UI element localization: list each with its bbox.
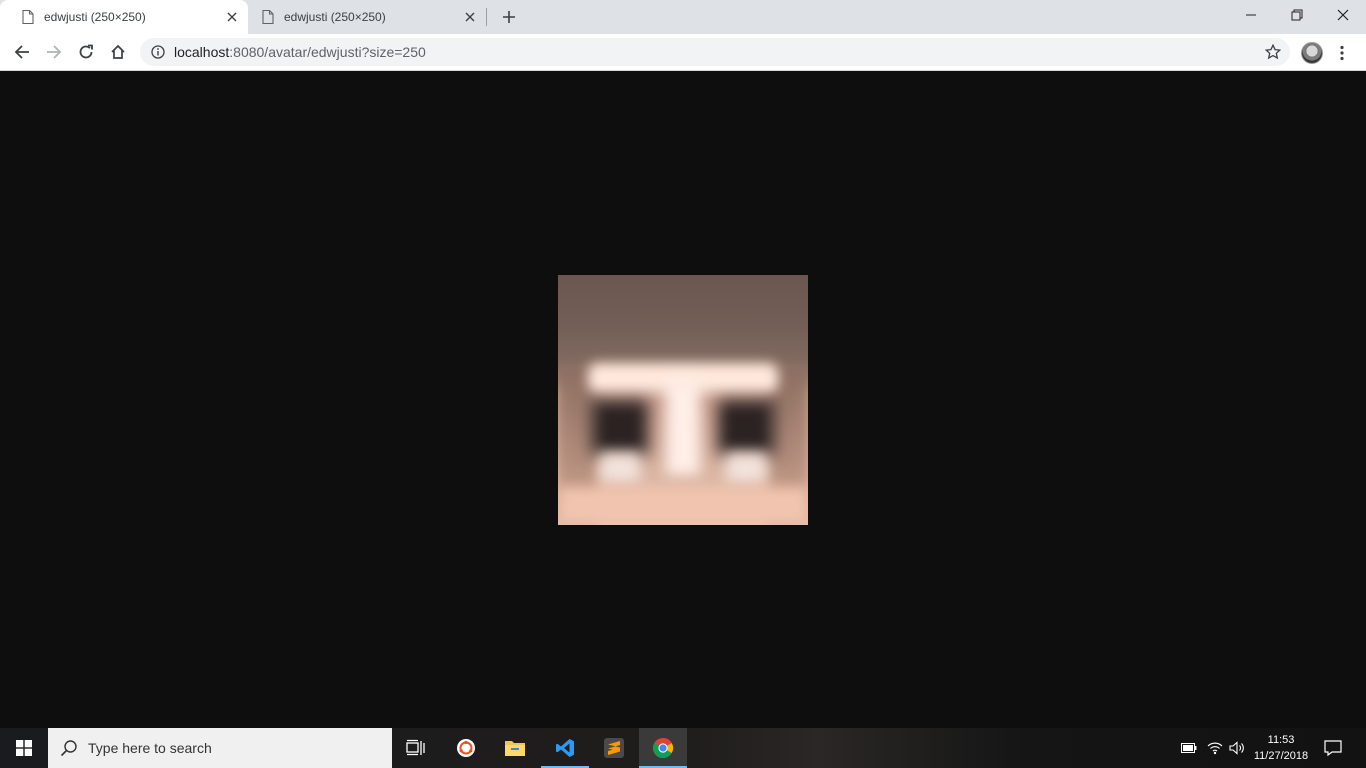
url-text[interactable]: localhost:8080/avatar/edwjusti?size=250	[174, 44, 426, 60]
minimize-icon	[1246, 14, 1256, 16]
more-vertical-icon	[1340, 45, 1344, 61]
task-view-icon	[406, 739, 425, 756]
profile-avatar[interactable]	[1301, 42, 1323, 64]
avatar-eye-left	[592, 400, 648, 455]
reload-button[interactable]	[72, 38, 100, 66]
tab-title: edwjusti (250×250)	[44, 10, 146, 24]
ubuntu-icon	[457, 739, 475, 757]
clock-date: 11/27/2018	[1253, 750, 1309, 762]
avatar-image	[558, 275, 808, 525]
document-icon	[22, 9, 34, 25]
avatar-eye-right	[718, 400, 774, 455]
close-tab-icon[interactable]	[222, 7, 242, 27]
taskbar-app-ubuntu[interactable]	[442, 728, 490, 768]
document-icon	[262, 9, 274, 25]
volume-icon[interactable]	[1226, 728, 1248, 768]
info-icon[interactable]	[150, 44, 166, 60]
clock-time: 11:53	[1267, 734, 1295, 746]
menu-button[interactable]	[1334, 42, 1350, 64]
sublime-text-icon	[604, 738, 624, 758]
notifications-icon[interactable]	[1318, 728, 1348, 768]
url-path: :8080/avatar/edwjusti?size=250	[229, 44, 426, 60]
tab-strip: edwjusti (250×250) edwjusti (250×250)	[0, 0, 1366, 34]
tab-inactive[interactable]: edwjusti (250×250)	[240, 0, 486, 34]
system-clock[interactable]: 11:53 11/27/2018	[1248, 732, 1314, 764]
minimize-button[interactable]	[1228, 0, 1274, 30]
taskbar-app-file-explorer[interactable]	[491, 728, 539, 768]
back-button[interactable]	[8, 38, 36, 66]
avatar-eye-right-white	[726, 453, 766, 483]
taskbar-app-vscode[interactable]	[541, 728, 589, 768]
restore-icon	[1291, 9, 1303, 21]
home-button[interactable]	[104, 38, 132, 66]
forward-button[interactable]	[40, 38, 68, 66]
battery-icon[interactable]	[1178, 728, 1200, 768]
page-viewport	[0, 71, 1366, 728]
start-button[interactable]	[0, 728, 48, 768]
reload-icon	[79, 44, 93, 59]
url-host: localhost	[174, 44, 230, 60]
close-tab-icon[interactable]	[460, 7, 480, 27]
bookmark-star-icon[interactable]	[1264, 43, 1282, 61]
close-window-button[interactable]	[1320, 0, 1366, 30]
windows-icon	[16, 740, 32, 756]
search-placeholder: Type here to search	[88, 740, 212, 756]
wifi-icon[interactable]	[1204, 728, 1226, 768]
search-icon	[60, 740, 77, 757]
avatar-nose	[666, 380, 700, 475]
tab-active[interactable]: edwjusti (250×250)	[0, 0, 248, 34]
avatar-eye-left-white	[600, 453, 640, 483]
tab-separator	[486, 8, 487, 26]
taskbar-app-sublime-text[interactable]	[590, 728, 638, 768]
arrow-right-icon	[47, 45, 62, 59]
vscode-icon	[556, 739, 574, 757]
tab-title: edwjusti (250×250)	[284, 10, 386, 24]
restore-button[interactable]	[1274, 0, 1320, 30]
browser-toolbar: localhost:8080/avatar/edwjusti?size=250	[0, 34, 1366, 71]
close-icon	[1337, 9, 1349, 21]
plus-icon	[503, 11, 515, 23]
new-tab-button[interactable]	[498, 6, 520, 28]
folder-icon	[505, 741, 525, 756]
avatar-chin	[558, 487, 808, 525]
home-icon	[111, 44, 125, 59]
chrome-icon	[652, 737, 674, 759]
address-bar[interactable]: localhost:8080/avatar/edwjusti?size=250	[140, 38, 1290, 66]
taskbar-search[interactable]: Type here to search	[48, 728, 392, 768]
task-view-button[interactable]	[392, 728, 440, 768]
arrow-left-icon	[14, 45, 29, 59]
taskbar: Type here to search 11:53 11/27/2018	[0, 728, 1366, 768]
taskbar-app-chrome[interactable]	[639, 728, 687, 768]
